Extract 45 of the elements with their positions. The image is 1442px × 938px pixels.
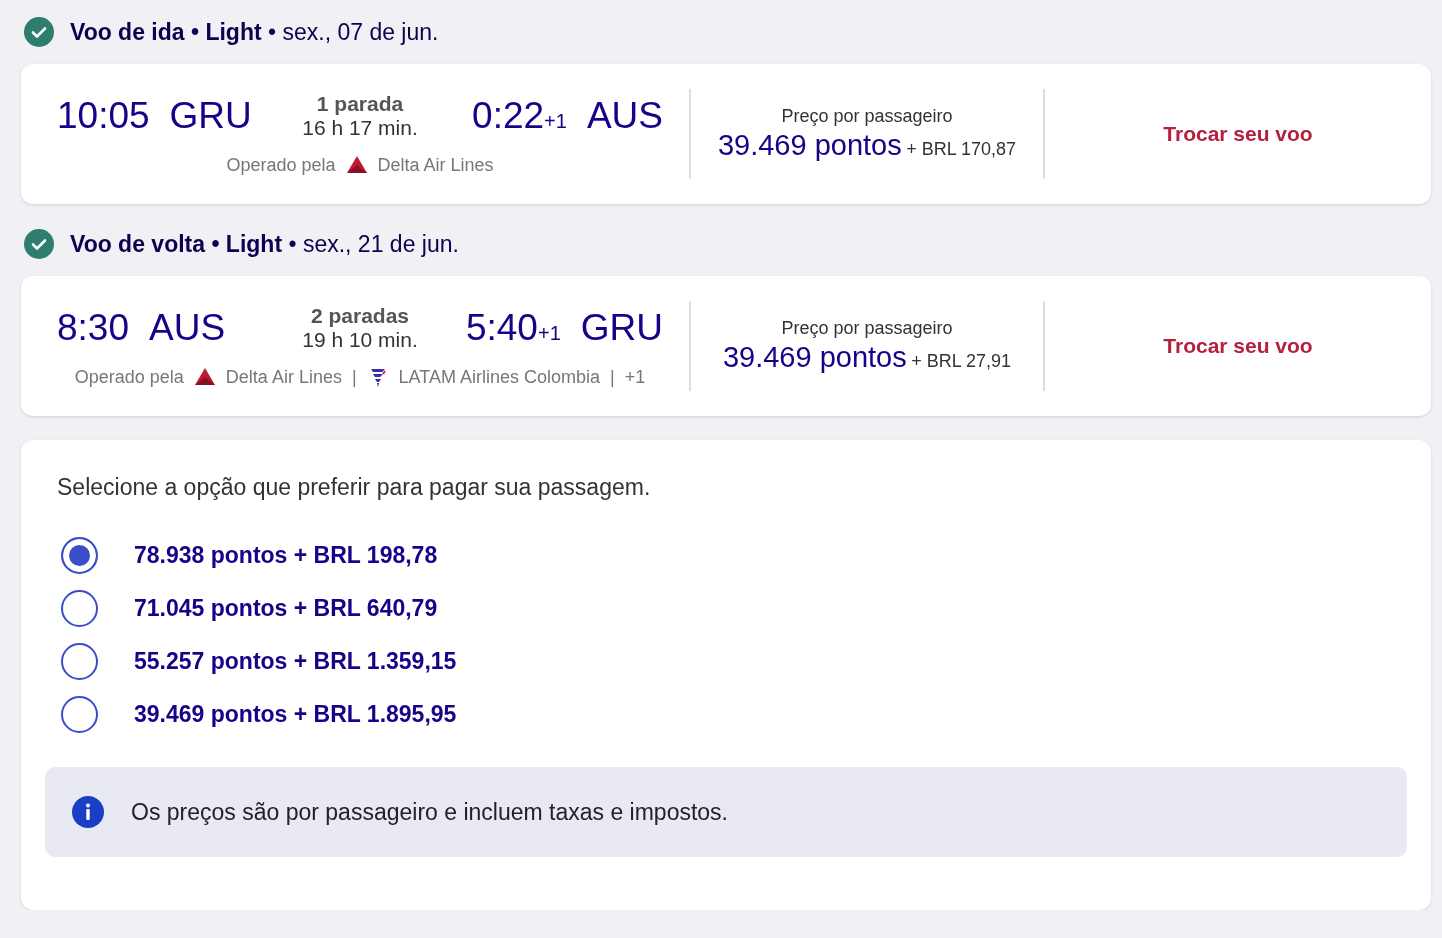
cash-price: + BRL 27,91 <box>911 351 1012 371</box>
radio-button[interactable] <box>61 590 98 627</box>
note-text: Os preços são por passageiro e incluem taxas e impostos. <box>131 798 728 826</box>
operated-by-label: Operado pela <box>74 366 184 388</box>
change-flight-button[interactable]: Trocar seu voo <box>1157 330 1319 362</box>
departure-airport: GRU <box>169 95 252 137</box>
next-day-marker: +1 <box>544 110 567 133</box>
airline-name: LATAM Airlines Colombia <box>398 366 600 388</box>
departure-time: 8:30 <box>57 307 129 349</box>
next-day-marker: +1 <box>537 322 561 345</box>
points-price: 39.469 pontos <box>722 341 907 373</box>
stops-count: 1 parada <box>315 92 405 116</box>
payment-prompt: Selecione a opção que preferir para pagar sua passagem. <box>57 474 652 501</box>
price-label: Preço por passageiro <box>781 106 953 127</box>
airline-name: Delta Air Lines <box>225 366 342 388</box>
triangle-logo-icon <box>345 154 368 176</box>
radio-button[interactable] <box>61 537 98 574</box>
operated-by-label: Operado pela <box>226 154 336 176</box>
triangle-logo-icon <box>193 366 216 388</box>
payment-option[interactable]: 39.469 pontos + BRL 1.895,95 <box>134 701 457 728</box>
price-label: Preço por passageiro <box>781 318 953 339</box>
departure-time: 10:05 <box>57 95 150 137</box>
flight-header: Voo de ida • Light • sex., 07 de jun. <box>70 18 439 46</box>
radio-button[interactable] <box>61 643 98 680</box>
flight-duration: 16 h 17 min. <box>302 116 418 140</box>
more-airlines-count: +1 <box>624 366 646 388</box>
change-flight-button[interactable]: Trocar seu voo <box>1157 118 1319 150</box>
separator: | <box>351 366 357 388</box>
arrival-airport: GRU <box>580 307 663 349</box>
payment-option[interactable]: 71.045 pontos + BRL 640,79 <box>134 595 438 622</box>
info-icon <box>71 795 105 829</box>
departure-airport: AUS <box>149 307 226 349</box>
stops-count: 2 paradas <box>309 304 410 328</box>
radio-button[interactable] <box>61 696 98 733</box>
flight-header: Voo de volta • Light • sex., 21 de jun. <box>70 230 459 258</box>
separator: | <box>610 366 615 388</box>
airline-name: Delta Air Lines <box>377 154 494 176</box>
flight-duration: 19 h 10 min. <box>302 328 418 352</box>
cash-price: + BRL 170,87 <box>906 139 1017 159</box>
payment-option[interactable]: 78.938 pontos + BRL 198,78 <box>134 542 438 569</box>
payment-option[interactable]: 55.257 pontos + BRL 1.359,15 <box>134 648 457 675</box>
points-price: 39.469 pontos <box>717 129 902 161</box>
arrival-airport: AUS <box>586 95 663 137</box>
arrival-time: 0:22 <box>472 95 545 137</box>
arrival-time: 5:40 <box>465 307 538 349</box>
